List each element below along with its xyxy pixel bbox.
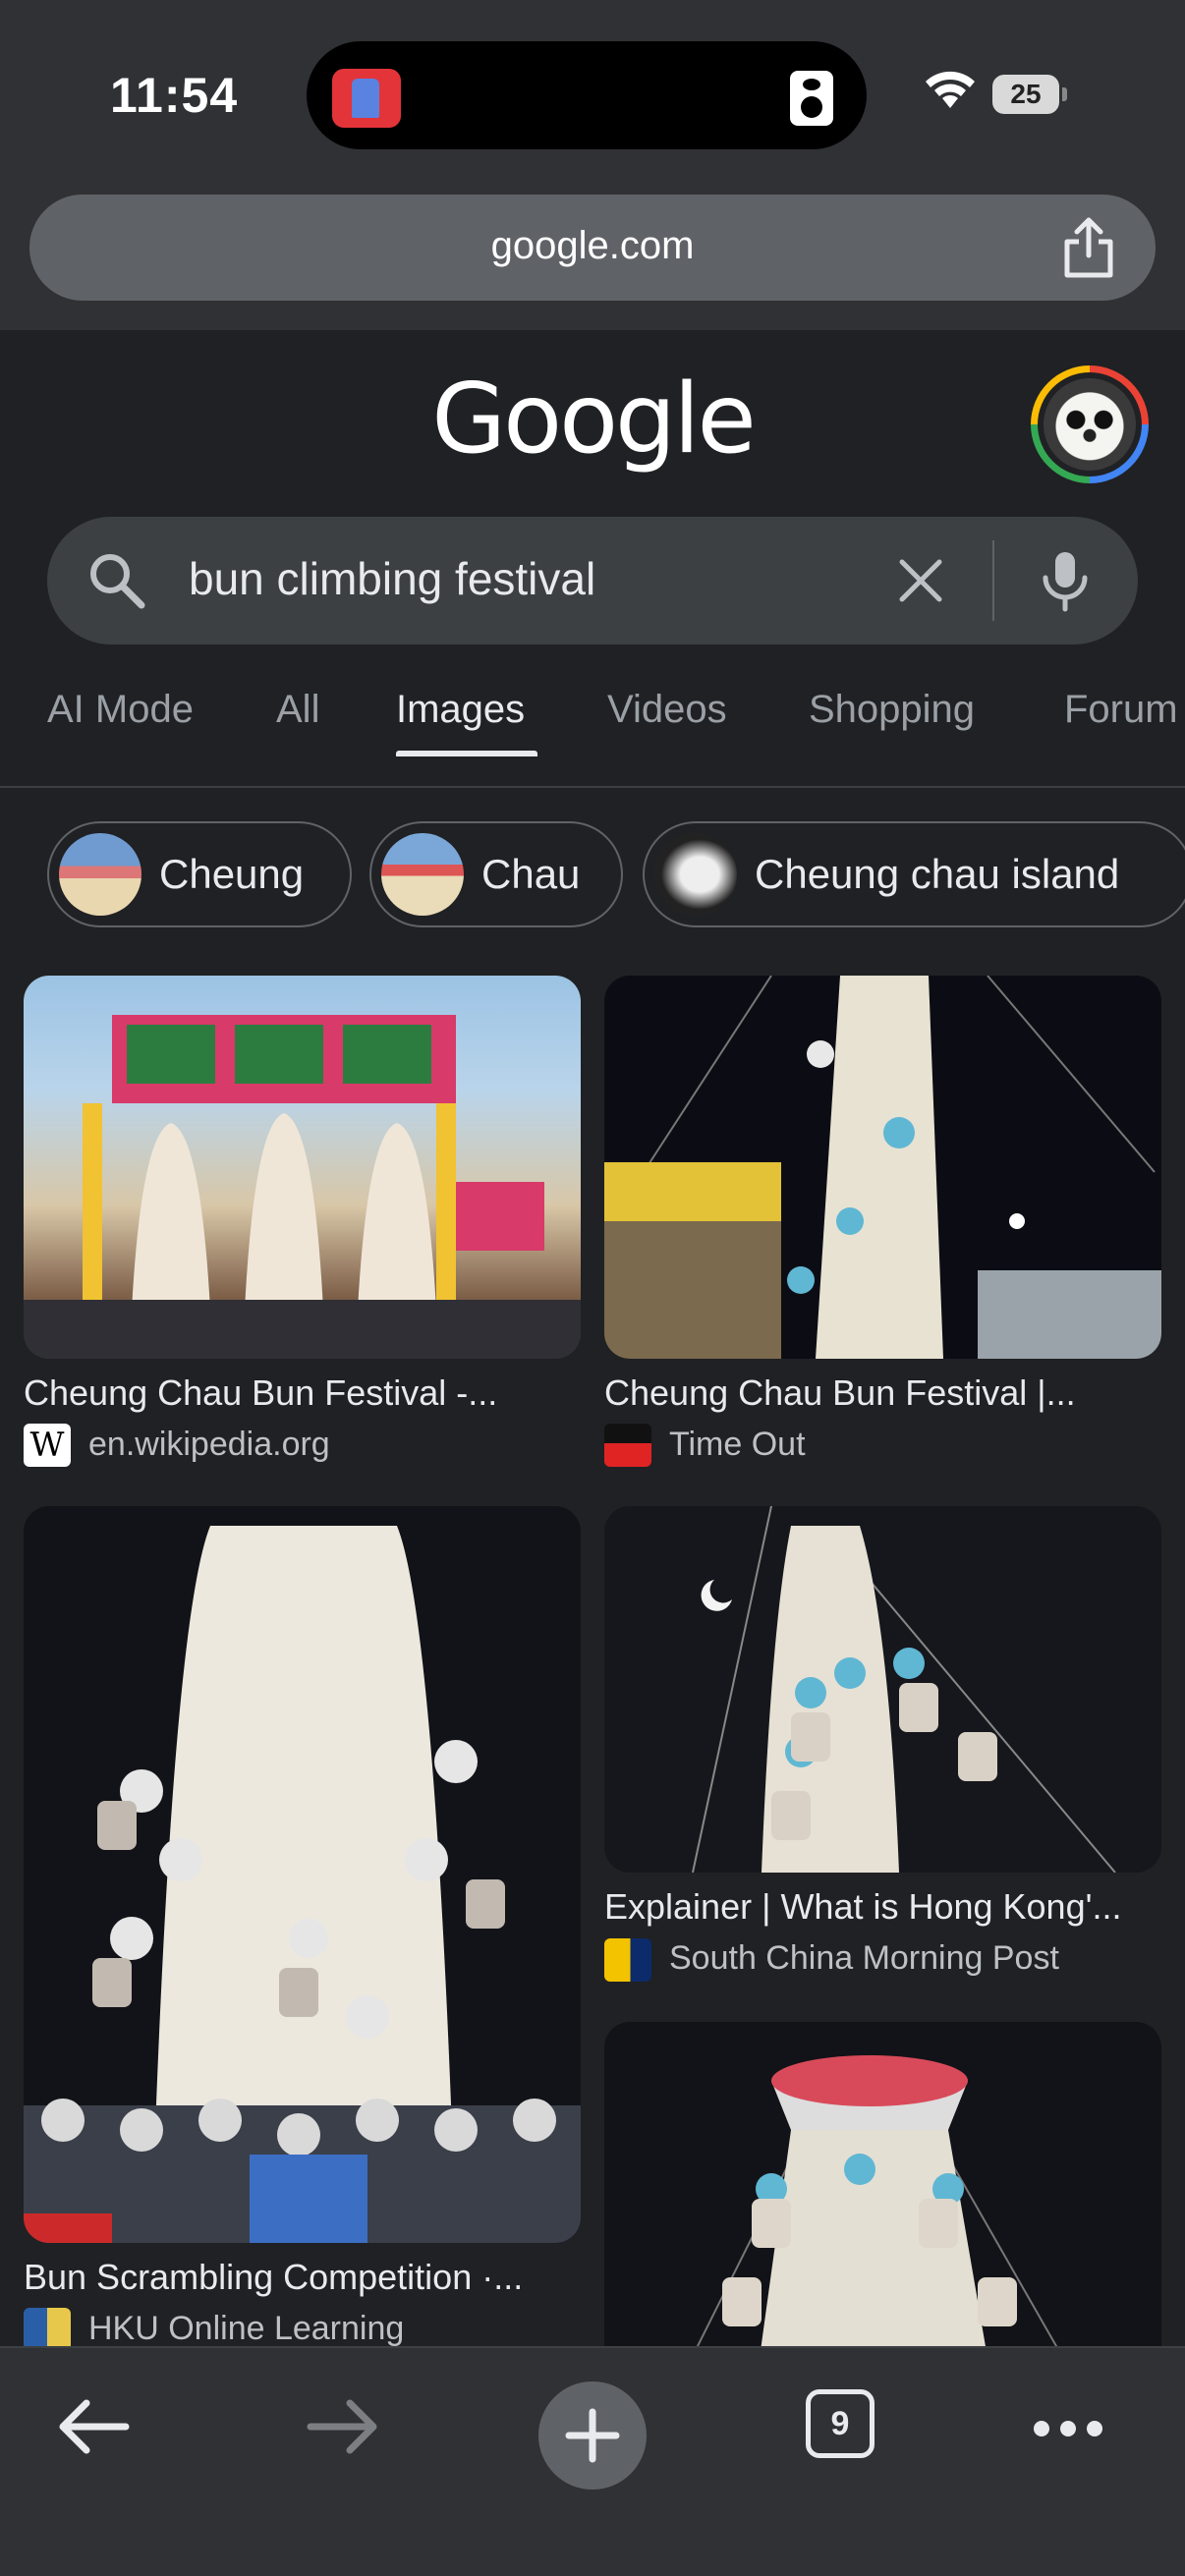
bun-tower-night-illustration [604,976,1161,1359]
wikipedia-favicon-icon: W [24,1424,71,1467]
active-tab-indicator [396,751,537,756]
browser-top-bar: 11:54 25 google.com [0,0,1185,330]
bun-towers-illustration [24,1015,581,1359]
dynamic-island [307,41,867,149]
share-icon[interactable] [1059,216,1118,279]
image-result[interactable]: Bun Scrambling Competition ·... HKU Onli… [24,1506,581,2346]
result-title[interactable]: Cheung Chau Bun Festival |... [604,1372,1076,1414]
hku-favicon-icon [24,2308,71,2346]
result-title[interactable]: Cheung Chau Bun Festival -... [24,1372,497,1414]
speaker-icon [790,71,833,126]
image-result[interactable]: Cheung Chau Bun Festival -... W en.wikip… [24,976,581,1467]
search-divider [992,540,994,621]
chip-chau[interactable]: Chau [369,821,623,927]
address-bar[interactable]: google.com [29,195,1156,301]
wifi-icon [926,71,975,108]
panda-avatar-image [1044,378,1136,471]
new-tab-button[interactable] [538,2381,647,2490]
chip-thumbnail [381,833,464,916]
search-tabs: AI Mode All Images Videos Shopping Forum [0,678,1185,788]
chip-cheung-chau-island[interactable]: Cheung chau island [643,821,1185,927]
result-source: en.wikipedia.org [88,1426,330,1463]
chip-thumbnail [654,833,737,916]
image-result[interactable]: Explainer | What is Hong Kong'... South … [604,1506,1161,1997]
status-time: 11:54 [110,68,239,123]
tab-switcher-button[interactable]: 9 [806,2389,875,2458]
tab-forum[interactable]: Forum [1064,688,1178,732]
result-title[interactable]: Explainer | What is Hong Kong'... [604,1886,1121,1928]
battery-indicator: 25 [992,75,1067,114]
url-text[interactable]: google.com [29,224,1156,268]
tab-all[interactable]: All [276,688,319,732]
clear-icon[interactable] [894,554,947,607]
browser-bottom-toolbar: 9 [0,2346,1185,2576]
result-source: HKU Online Learning [88,2310,405,2346]
search-input[interactable]: bun climbing festival [189,552,595,605]
live-activity-app-icon [332,69,401,128]
search-box[interactable]: bun climbing festival [47,517,1138,644]
chip-cheung[interactable]: Cheung [47,821,352,927]
search-icon [90,554,145,609]
tab-ai-mode[interactable]: AI Mode [47,688,194,732]
forward-arrow-icon[interactable] [307,2399,379,2454]
chip-thumbnail [59,833,141,916]
result-title[interactable]: Bun Scrambling Competition ·... [24,2257,523,2298]
result-image-bun-scrambling[interactable] [24,1506,581,2243]
back-arrow-icon[interactable] [57,2399,130,2454]
result-image-bun-towers-day[interactable] [24,976,581,1359]
more-menu-icon[interactable] [1032,2419,1104,2438]
scmp-favicon-icon [604,1938,651,1982]
plus-icon [565,2408,620,2463]
result-image-bun-tower-top[interactable] [604,2022,1161,2346]
tab-shopping[interactable]: Shopping [809,688,975,732]
timeout-favicon-icon [604,1424,651,1467]
bun-tower-moon-illustration [692,1506,1116,1873]
tab-images[interactable]: Images [396,688,525,732]
microphone-icon[interactable] [1040,550,1091,613]
result-source: Time Out [669,1426,806,1463]
tab-videos[interactable]: Videos [607,688,727,732]
bun-scrambling-illustration [24,1526,581,2243]
result-image-bun-tower-night[interactable] [604,976,1161,1359]
bun-tower-top-illustration [696,2055,1058,2346]
image-result[interactable] [604,2022,1161,2346]
google-logo[interactable]: Google [0,364,1185,476]
account-avatar[interactable] [1031,365,1149,483]
image-result[interactable]: Cheung Chau Bun Festival |... Time Out [604,976,1161,1467]
result-source: South China Morning Post [669,1939,1059,1977]
result-image-explainer-night[interactable] [604,1506,1161,1873]
